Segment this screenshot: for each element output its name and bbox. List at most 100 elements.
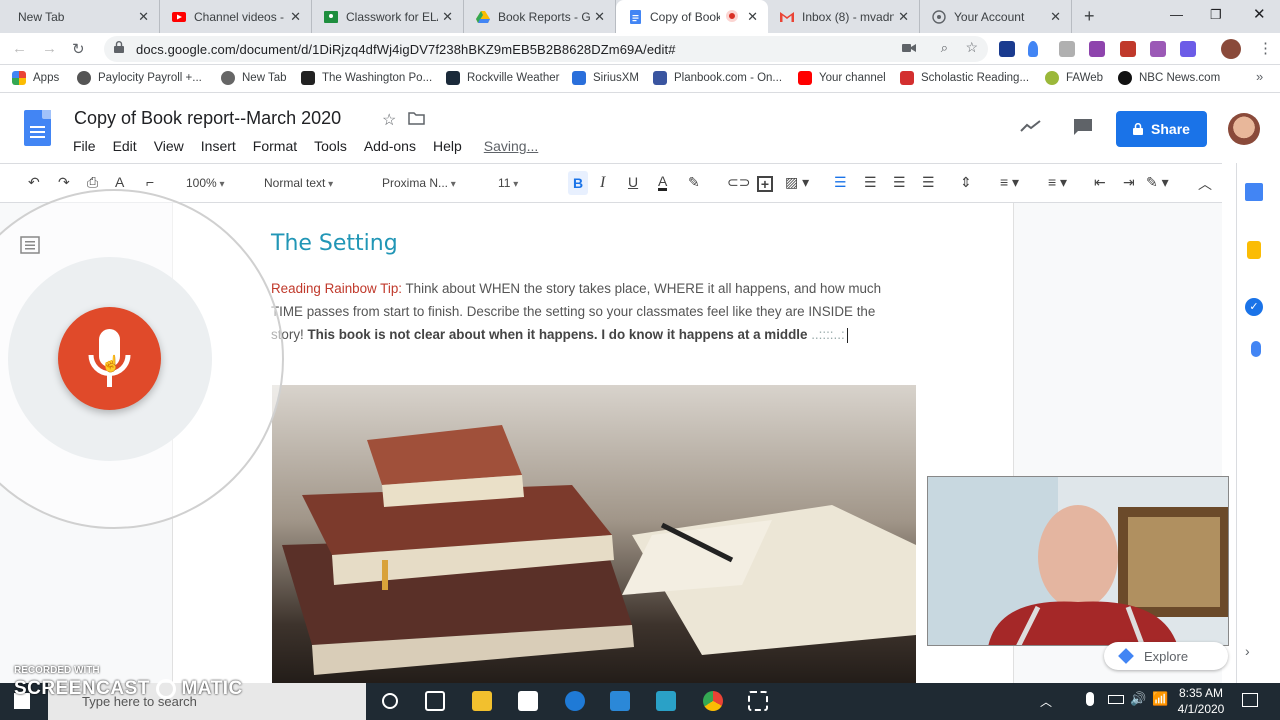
camera-icon[interactable] xyxy=(902,41,916,59)
star-icon[interactable]: ☆ xyxy=(382,110,396,130)
voice-mic-side-icon[interactable] xyxy=(1251,341,1261,357)
reload-icon[interactable]: ↻ xyxy=(72,40,85,58)
volume-icon[interactable]: 🔊 xyxy=(1130,691,1146,707)
add-comment-icon[interactable]: + xyxy=(757,176,773,192)
tab-classroom[interactable]: Classwork for ELA ✕ xyxy=(312,0,464,33)
line-spacing-icon[interactable]: ⇕ xyxy=(960,174,972,191)
tab-docs-active[interactable]: Copy of Book ✕ xyxy=(616,0,768,33)
extension-icon[interactable] xyxy=(1120,41,1136,57)
cortana-icon[interactable] xyxy=(382,693,398,709)
decrease-indent-icon[interactable]: ⇤ xyxy=(1094,174,1106,191)
align-right-icon[interactable]: ☰ xyxy=(893,174,906,191)
tray-chevron-icon[interactable]: ︿ xyxy=(1040,693,1052,710)
close-icon[interactable]: ✕ xyxy=(442,9,453,25)
document-title[interactable]: Copy of Book report--March 2020 xyxy=(74,108,341,129)
close-icon[interactable]: ✕ xyxy=(1050,9,1061,25)
save-status[interactable]: Saving... xyxy=(484,138,538,154)
close-icon[interactable]: ✕ xyxy=(747,9,758,25)
wifi-icon[interactable]: 📶 xyxy=(1152,691,1168,707)
highlight-icon[interactable]: ✎ xyxy=(688,174,700,191)
menu-format[interactable]: Format xyxy=(253,138,297,154)
more-bookmarks-icon[interactable]: » xyxy=(1256,69,1263,84)
activity-trend-icon[interactable] xyxy=(1020,119,1042,138)
zoom-icon[interactable]: ⌕ xyxy=(941,40,948,56)
extension-icon[interactable] xyxy=(1059,41,1075,57)
redo-icon[interactable]: ↷ xyxy=(58,174,70,191)
link-icon[interactable]: ⊂⊃ xyxy=(727,174,750,191)
editing-mode-icon[interactable]: ✎ ▾ xyxy=(1146,174,1169,191)
bookmark-item[interactable]: SiriusXM xyxy=(572,71,639,85)
bookmark-item[interactable]: FAWeb xyxy=(1045,71,1103,85)
taskbar-clock[interactable]: 8:35 AM 4/1/2020 xyxy=(1176,685,1226,717)
font-size-select[interactable]: 11 xyxy=(498,176,518,190)
insert-image-icon[interactable]: ▨ ▾ xyxy=(785,174,809,191)
extension-icon[interactable] xyxy=(1180,41,1196,57)
chevron-right-icon[interactable]: › xyxy=(1245,643,1250,659)
paint-format-icon[interactable]: ⌐ xyxy=(146,174,154,190)
move-to-folder-icon[interactable] xyxy=(408,112,425,130)
notifications-icon[interactable] xyxy=(1242,693,1258,707)
align-center-icon[interactable]: ☰ xyxy=(864,174,877,191)
bookmark-item[interactable]: Rockville Weather xyxy=(446,71,559,85)
close-icon[interactable]: ✕ xyxy=(898,9,909,25)
sway-icon[interactable] xyxy=(656,691,676,711)
tab-youtube[interactable]: Channel videos - Y ✕ xyxy=(160,0,312,33)
address-bar[interactable]: docs.google.com/document/d/1DiRjzq4dfWj4… xyxy=(104,36,988,62)
calendar-icon[interactable] xyxy=(1245,183,1263,201)
print-icon[interactable]: ⎙ xyxy=(87,174,98,191)
bookmark-item[interactable]: NBC News.com xyxy=(1118,71,1220,85)
bookmark-item[interactable]: Scholastic Reading... xyxy=(900,71,1029,85)
menu-edit[interactable]: Edit xyxy=(113,138,137,154)
menu-tools[interactable]: Tools xyxy=(314,138,347,154)
menu-addons[interactable]: Add-ons xyxy=(364,138,416,154)
profile-avatar[interactable] xyxy=(1221,39,1241,59)
extension-mic-icon[interactable] xyxy=(1028,41,1038,57)
extension-icon[interactable] xyxy=(999,41,1015,57)
collapse-toolbar-icon[interactable]: ︿ xyxy=(1198,174,1212,194)
docs-logo-icon[interactable] xyxy=(24,110,51,146)
snipping-tool-icon[interactable] xyxy=(748,691,768,711)
store-icon[interactable] xyxy=(518,691,538,711)
undo-icon[interactable]: ↶ xyxy=(28,174,40,191)
account-avatar[interactable] xyxy=(1228,113,1260,145)
keep-icon[interactable] xyxy=(1247,241,1261,259)
zoom-select[interactable]: 100% xyxy=(186,176,225,190)
align-left-icon[interactable]: ☰ xyxy=(834,174,847,191)
font-select[interactable]: Proxima N... xyxy=(382,176,456,190)
window-close-icon[interactable]: ✕ xyxy=(1253,5,1266,23)
explore-button[interactable]: Explore xyxy=(1104,642,1228,670)
tab-new-tab[interactable]: New Tab ✕ xyxy=(0,0,160,33)
share-button[interactable]: Share xyxy=(1116,111,1207,147)
underline-icon[interactable]: U xyxy=(628,174,638,190)
bookmark-item[interactable]: Your channel xyxy=(798,71,886,85)
tasks-icon[interactable]: ✓ xyxy=(1245,298,1263,316)
close-icon[interactable]: ✕ xyxy=(138,9,149,25)
style-select[interactable]: Normal text xyxy=(264,176,333,190)
italic-icon[interactable]: I xyxy=(600,174,605,192)
bold-icon[interactable]: B xyxy=(568,171,588,195)
body-paragraph[interactable]: Reading Rainbow Tip: Think about WHEN th… xyxy=(271,278,911,346)
numbered-list-icon[interactable]: ≡ ▾ xyxy=(1000,174,1019,191)
bookmark-apps[interactable]: Apps xyxy=(12,71,59,85)
extension-icon[interactable] xyxy=(1150,41,1166,57)
close-icon[interactable]: ✕ xyxy=(594,9,605,25)
tray-mic-icon[interactable] xyxy=(1086,692,1094,706)
tab-gmail[interactable]: Inbox (8) - mvadn ✕ xyxy=(768,0,920,33)
menu-insert[interactable]: Insert xyxy=(201,138,236,154)
battery-icon[interactable] xyxy=(1108,695,1124,704)
file-explorer-icon[interactable] xyxy=(472,691,492,711)
task-view-icon[interactable] xyxy=(425,691,445,711)
increase-indent-icon[interactable]: ⇥ xyxy=(1123,174,1135,191)
justify-icon[interactable]: ☰ xyxy=(922,174,935,191)
menu-file[interactable]: File xyxy=(73,138,96,154)
comments-icon[interactable] xyxy=(1073,118,1093,141)
menu-view[interactable]: View xyxy=(154,138,184,154)
extension-icon[interactable] xyxy=(1089,41,1105,57)
tab-account[interactable]: Your Account ✕ xyxy=(920,0,1072,33)
tab-drive[interactable]: Book Reports - Go ✕ xyxy=(464,0,616,33)
section-heading[interactable]: The Setting xyxy=(271,231,398,256)
bookmark-item[interactable]: Planbook.com - On... xyxy=(653,71,782,85)
spellcheck-icon[interactable]: A xyxy=(115,174,124,190)
bookmark-item[interactable]: New Tab xyxy=(221,71,287,85)
bookmark-star-icon[interactable]: ☆ xyxy=(965,39,978,56)
